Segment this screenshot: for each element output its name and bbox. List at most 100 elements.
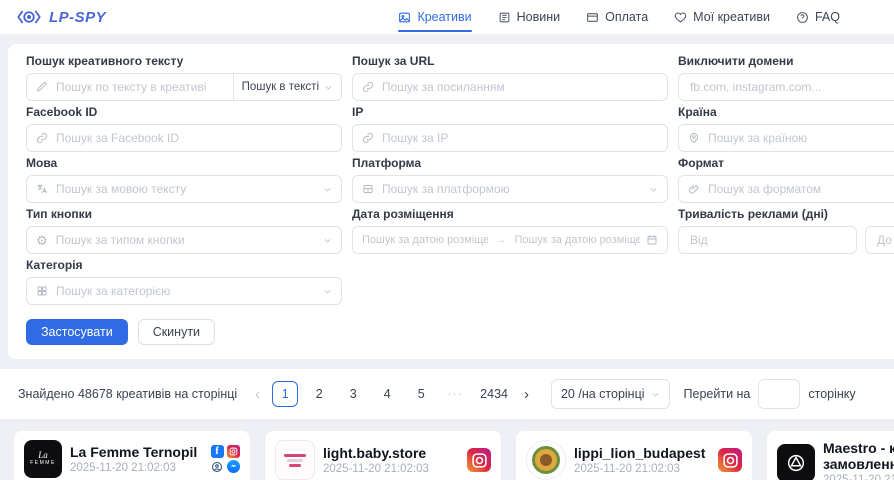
url-input[interactable] (380, 79, 658, 95)
category-select[interactable] (26, 277, 342, 305)
avatar (777, 444, 815, 480)
brand-name: LP-SPY (49, 9, 106, 26)
duration-to-inputbox[interactable] (865, 226, 894, 254)
apply-button[interactable]: Застосувати (26, 319, 128, 345)
filter-label: Пошук креативного тексту (26, 54, 342, 68)
card-title: lippi_lion_budapest (574, 445, 710, 461)
duration-from-inputbox[interactable] (678, 226, 857, 254)
country-inputbox[interactable] (678, 124, 894, 152)
prev-page-icon[interactable]: ‹ (251, 386, 264, 403)
country-input[interactable] (706, 130, 894, 146)
format-select[interactable] (678, 175, 894, 203)
creative-card[interactable]: Maestro - кухні, меблі на замовлення в У… (767, 431, 894, 480)
filter-exclude-domains: Виключити домени (678, 54, 894, 101)
eye-logo-icon (16, 8, 42, 26)
link-icon (362, 81, 374, 93)
creative-card[interactable]: light.baby.store 2025-11-20 21:02:03 3 d… (265, 431, 501, 480)
button-type-input[interactable] (54, 232, 317, 248)
nav-tab-news[interactable]: Новини (498, 0, 561, 34)
date-from-placeholder[interactable]: Пошук за датою розміщення (362, 234, 488, 246)
image-icon (398, 11, 411, 24)
paperclip-icon (688, 183, 700, 195)
nav-tab-faq[interactable]: FAQ (796, 0, 840, 34)
nav-tab-payment[interactable]: Оплата (586, 0, 648, 34)
filter-label: Тип кнопки (26, 207, 342, 221)
date-to-placeholder[interactable]: Пошук за датою розміщення (515, 234, 641, 246)
avatar: La FEMME (24, 440, 62, 478)
platform-input[interactable] (380, 181, 643, 197)
platform-icons (467, 448, 491, 472)
creative-text-inputbox[interactable] (26, 73, 234, 101)
page-size-select[interactable]: 20 /на сторінці (551, 379, 670, 409)
page-number[interactable]: 3 (340, 381, 366, 407)
filter-url: Пошук за URL (352, 54, 668, 101)
platform-select[interactable] (352, 175, 668, 203)
link-icon (36, 132, 48, 144)
exclude-domains-input[interactable] (688, 79, 894, 95)
chevron-down-icon (323, 287, 332, 296)
goto-suffix: сторінку (808, 387, 855, 401)
filter-label: Категорія (26, 258, 342, 272)
card-date: 2025-11-20 21:02:03 (823, 474, 894, 480)
nav-tab-creatives[interactable]: Креативи (398, 0, 471, 34)
filter-label: Дата розміщення (352, 207, 668, 221)
chevron-down-icon (651, 390, 660, 399)
translate-icon (36, 183, 48, 195)
duration-from-input[interactable] (688, 232, 847, 248)
filter-label: Країна (678, 105, 894, 119)
results-summary: Знайдено 48678 креативів на сторінці (18, 387, 237, 401)
facebook-id-input[interactable] (54, 130, 332, 146)
filter-label: Формат (678, 156, 894, 170)
card-date: 2025-11-20 21:02:03 (70, 462, 202, 474)
page-ellipsis[interactable]: ··· (442, 381, 468, 407)
pagination-bar: Знайдено 48678 креативів на сторінці ‹ 1… (0, 369, 894, 419)
creative-text-input[interactable] (54, 79, 224, 95)
brand-logo[interactable]: LP-SPY (16, 8, 106, 26)
page-number[interactable]: 4 (374, 381, 400, 407)
heart-icon (674, 11, 687, 24)
date-range-picker[interactable]: Пошук за датою розміщення → Пошук за дат… (352, 226, 668, 254)
facebook-id-inputbox[interactable] (26, 124, 342, 152)
filter-ip: IP (352, 105, 668, 152)
filter-language: Мова (26, 156, 342, 203)
button-type-select[interactable]: ⚙ (26, 226, 342, 254)
category-input[interactable] (54, 283, 317, 299)
question-icon (796, 11, 809, 24)
location-pin-icon (688, 132, 700, 144)
filter-platform: Платформа (352, 156, 668, 203)
page-number[interactable]: 5 (408, 381, 434, 407)
creatives-list: La FEMME La Femme Ternopil 2025-11-20 21… (0, 419, 894, 480)
goto-page-input[interactable] (758, 379, 800, 409)
exclude-domains-inputbox[interactable] (678, 73, 894, 101)
messenger-icon (227, 460, 240, 473)
pencil-icon (36, 81, 48, 93)
card-title: light.baby.store (323, 445, 459, 461)
reset-button[interactable]: Скинути (138, 319, 215, 345)
creative-card[interactable]: lippi_lion_budapest 2025-11-20 21:02:03 … (516, 431, 752, 480)
page-number-active[interactable]: 1 (272, 381, 298, 407)
language-input[interactable] (54, 181, 317, 197)
duration-to-input[interactable] (875, 232, 894, 248)
card-date: 2025-11-20 21:02:03 (574, 463, 710, 475)
nav-tab-my-creatives[interactable]: Мої креативи (674, 0, 770, 34)
page-number[interactable]: 2434 (476, 381, 512, 407)
filter-label: Платформа (352, 156, 668, 170)
ip-inputbox[interactable] (352, 124, 668, 152)
news-icon (498, 11, 511, 24)
url-inputbox[interactable] (352, 73, 668, 101)
filter-category: Категорія (26, 258, 342, 305)
creative-card[interactable]: La FEMME La Femme Ternopil 2025-11-20 21… (14, 431, 250, 480)
format-input[interactable] (706, 181, 894, 197)
ip-input[interactable] (380, 130, 658, 146)
facebook-icon: f (211, 445, 224, 458)
filter-label: IP (352, 105, 668, 119)
chevron-down-icon (649, 185, 658, 194)
language-select[interactable] (26, 175, 342, 203)
avatar (275, 440, 315, 480)
filter-button-type: Тип кнопки ⚙ (26, 207, 342, 254)
text-search-mode-select[interactable]: Пошук в тексті (234, 73, 342, 101)
platform-icons (718, 448, 742, 472)
category-grid-icon (36, 285, 48, 297)
next-page-icon[interactable]: › (520, 386, 533, 403)
page-number[interactable]: 2 (306, 381, 332, 407)
